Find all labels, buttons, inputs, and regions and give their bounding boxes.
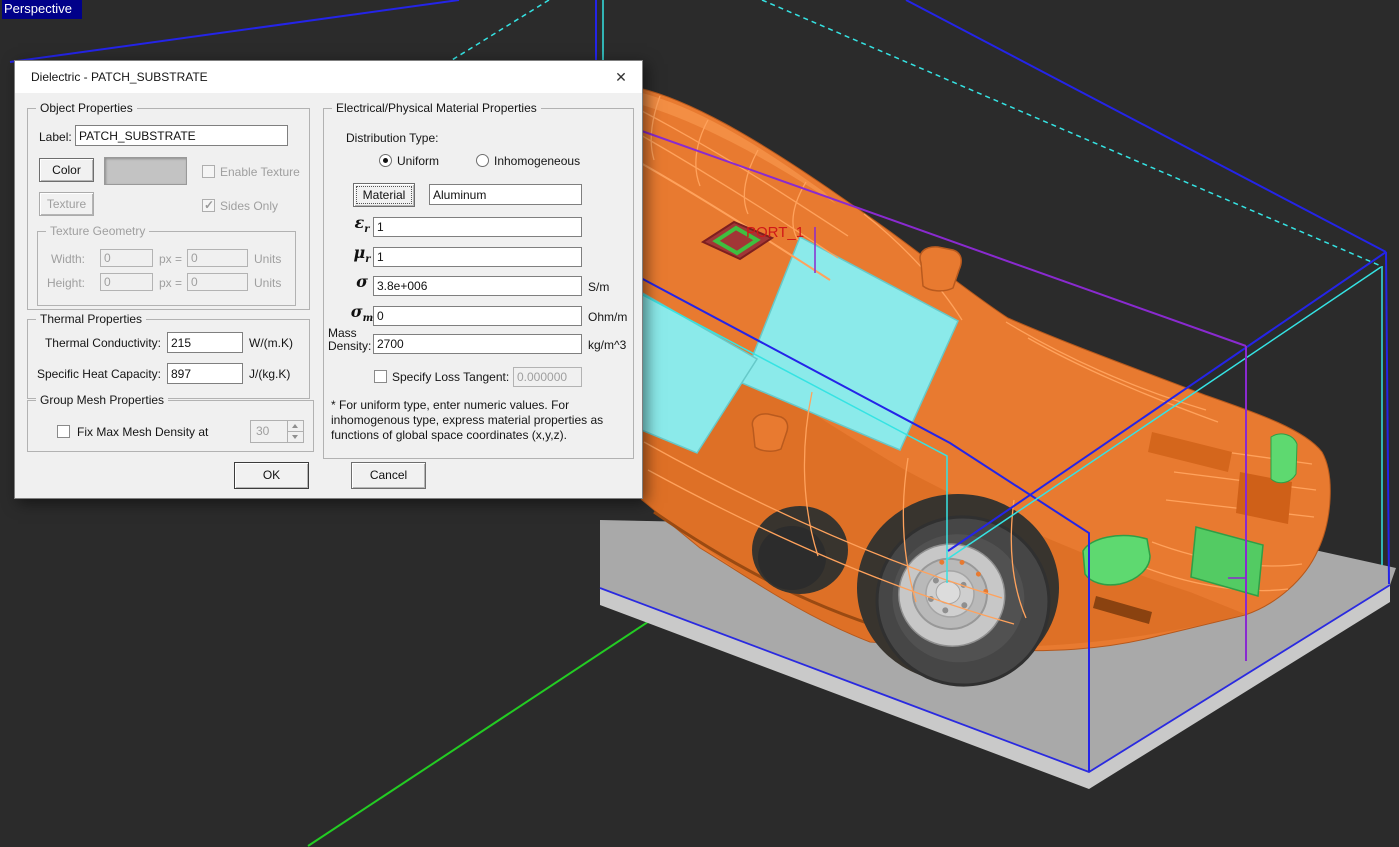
dialog-titlebar[interactable]: Dielectric - PATCH_SUBSTRATE ✕ — [15, 61, 642, 93]
application-window: PORT_1 — [0, 0, 1399, 847]
distribution-type-caption: Distribution Type: — [346, 131, 439, 145]
loss-tangent-input[interactable] — [513, 367, 582, 387]
mesh-density-stepper[interactable]: 30 — [250, 420, 304, 443]
texture-geometry-legend: Texture Geometry — [46, 224, 149, 238]
spinner-down-icon[interactable] — [287, 432, 303, 442]
enable-texture-checkbox[interactable] — [202, 165, 215, 178]
width-units-input[interactable] — [187, 249, 248, 267]
uniform-type-note: * For uniform type, enter numeric values… — [331, 398, 625, 443]
close-icon[interactable]: ✕ — [602, 63, 640, 91]
mass-density-caption: Mass Density: — [328, 327, 374, 353]
mesh-density-value: 30 — [256, 424, 269, 438]
width-px-eq: px = — [159, 252, 182, 266]
ok-button[interactable]: OK — [234, 462, 309, 489]
mu-input[interactable] — [373, 247, 582, 267]
thermal-conductivity-input[interactable] — [167, 332, 243, 353]
thermal-properties-legend: Thermal Properties — [36, 312, 146, 326]
inhomogeneous-radio[interactable] — [476, 154, 489, 167]
texture-geometry-group: Texture Geometry — [37, 231, 296, 306]
sigma-m-input[interactable] — [373, 306, 582, 326]
height-caption: Height: — [37, 276, 85, 290]
material-input[interactable] — [429, 184, 582, 205]
mass-density-input[interactable] — [373, 334, 582, 354]
electrical-properties-legend: Electrical/Physical Material Properties — [332, 101, 541, 115]
dialog-title: Dielectric - PATCH_SUBSTRATE — [31, 70, 208, 84]
sigma-m-symbol: σm — [349, 302, 375, 324]
mass-density-units: kg/m^3 — [588, 338, 626, 352]
object-properties-legend: Object Properties — [36, 101, 137, 115]
height-units-input[interactable] — [187, 273, 248, 291]
loss-tangent-label: Specify Loss Tangent: — [392, 370, 509, 384]
width-px-input[interactable] — [100, 249, 153, 267]
material-button[interactable]: Material — [353, 183, 415, 207]
port-label: PORT_1 — [746, 224, 804, 241]
epsilon-symbol: εr — [349, 213, 375, 235]
spinner-up-icon[interactable] — [287, 421, 303, 432]
fix-mesh-density-label: Fix Max Mesh Density at — [77, 425, 208, 439]
rear-tire — [758, 526, 826, 590]
fix-mesh-density-checkbox[interactable] — [57, 425, 70, 438]
cancel-button[interactable]: Cancel — [351, 462, 426, 489]
thermal-properties-group: Thermal Properties — [27, 319, 310, 399]
heat-capacity-input[interactable] — [167, 363, 243, 384]
color-button[interactable]: Color — [39, 158, 94, 182]
width-caption: Width: — [37, 252, 85, 266]
uniform-radio[interactable] — [379, 154, 392, 167]
heat-capacity-caption: Specific Heat Capacity: — [25, 367, 161, 381]
color-swatch — [104, 157, 187, 185]
thermal-conductivity-caption: Thermal Conductivity: — [33, 336, 161, 350]
sides-only-label: Sides Only — [220, 199, 278, 213]
uniform-label: Uniform — [397, 154, 439, 168]
mu-symbol: μr — [349, 243, 375, 265]
enable-texture-label: Enable Texture — [220, 165, 300, 179]
label-caption: Label: — [39, 130, 72, 144]
label-input[interactable] — [75, 125, 288, 146]
inhomogeneous-label: Inhomogeneous — [494, 154, 580, 168]
epsilon-input[interactable] — [373, 217, 582, 237]
thermal-conductivity-units: W/(m.K) — [249, 336, 293, 350]
loss-tangent-checkbox[interactable] — [374, 370, 387, 383]
height-units-label: Units — [254, 276, 281, 290]
sigma-symbol: σ — [349, 272, 375, 291]
mesh-properties-legend: Group Mesh Properties — [36, 393, 168, 407]
dielectric-dialog: Dielectric - PATCH_SUBSTRATE ✕ Object Pr… — [14, 60, 643, 499]
headlight-right — [1271, 434, 1297, 483]
heat-capacity-units: J/(kg.K) — [249, 367, 290, 381]
width-units-label: Units — [254, 252, 281, 266]
mirror-left — [752, 414, 787, 451]
sigma-units: S/m — [588, 280, 609, 294]
view-mode-label: Perspective — [2, 0, 82, 19]
sigma-m-units: Ohm/m — [588, 310, 627, 324]
height-px-input[interactable] — [100, 273, 153, 291]
height-px-eq: px = — [159, 276, 182, 290]
sigma-input[interactable] — [373, 276, 582, 296]
sides-only-checkbox[interactable] — [202, 199, 215, 212]
texture-button[interactable]: Texture — [39, 192, 94, 216]
